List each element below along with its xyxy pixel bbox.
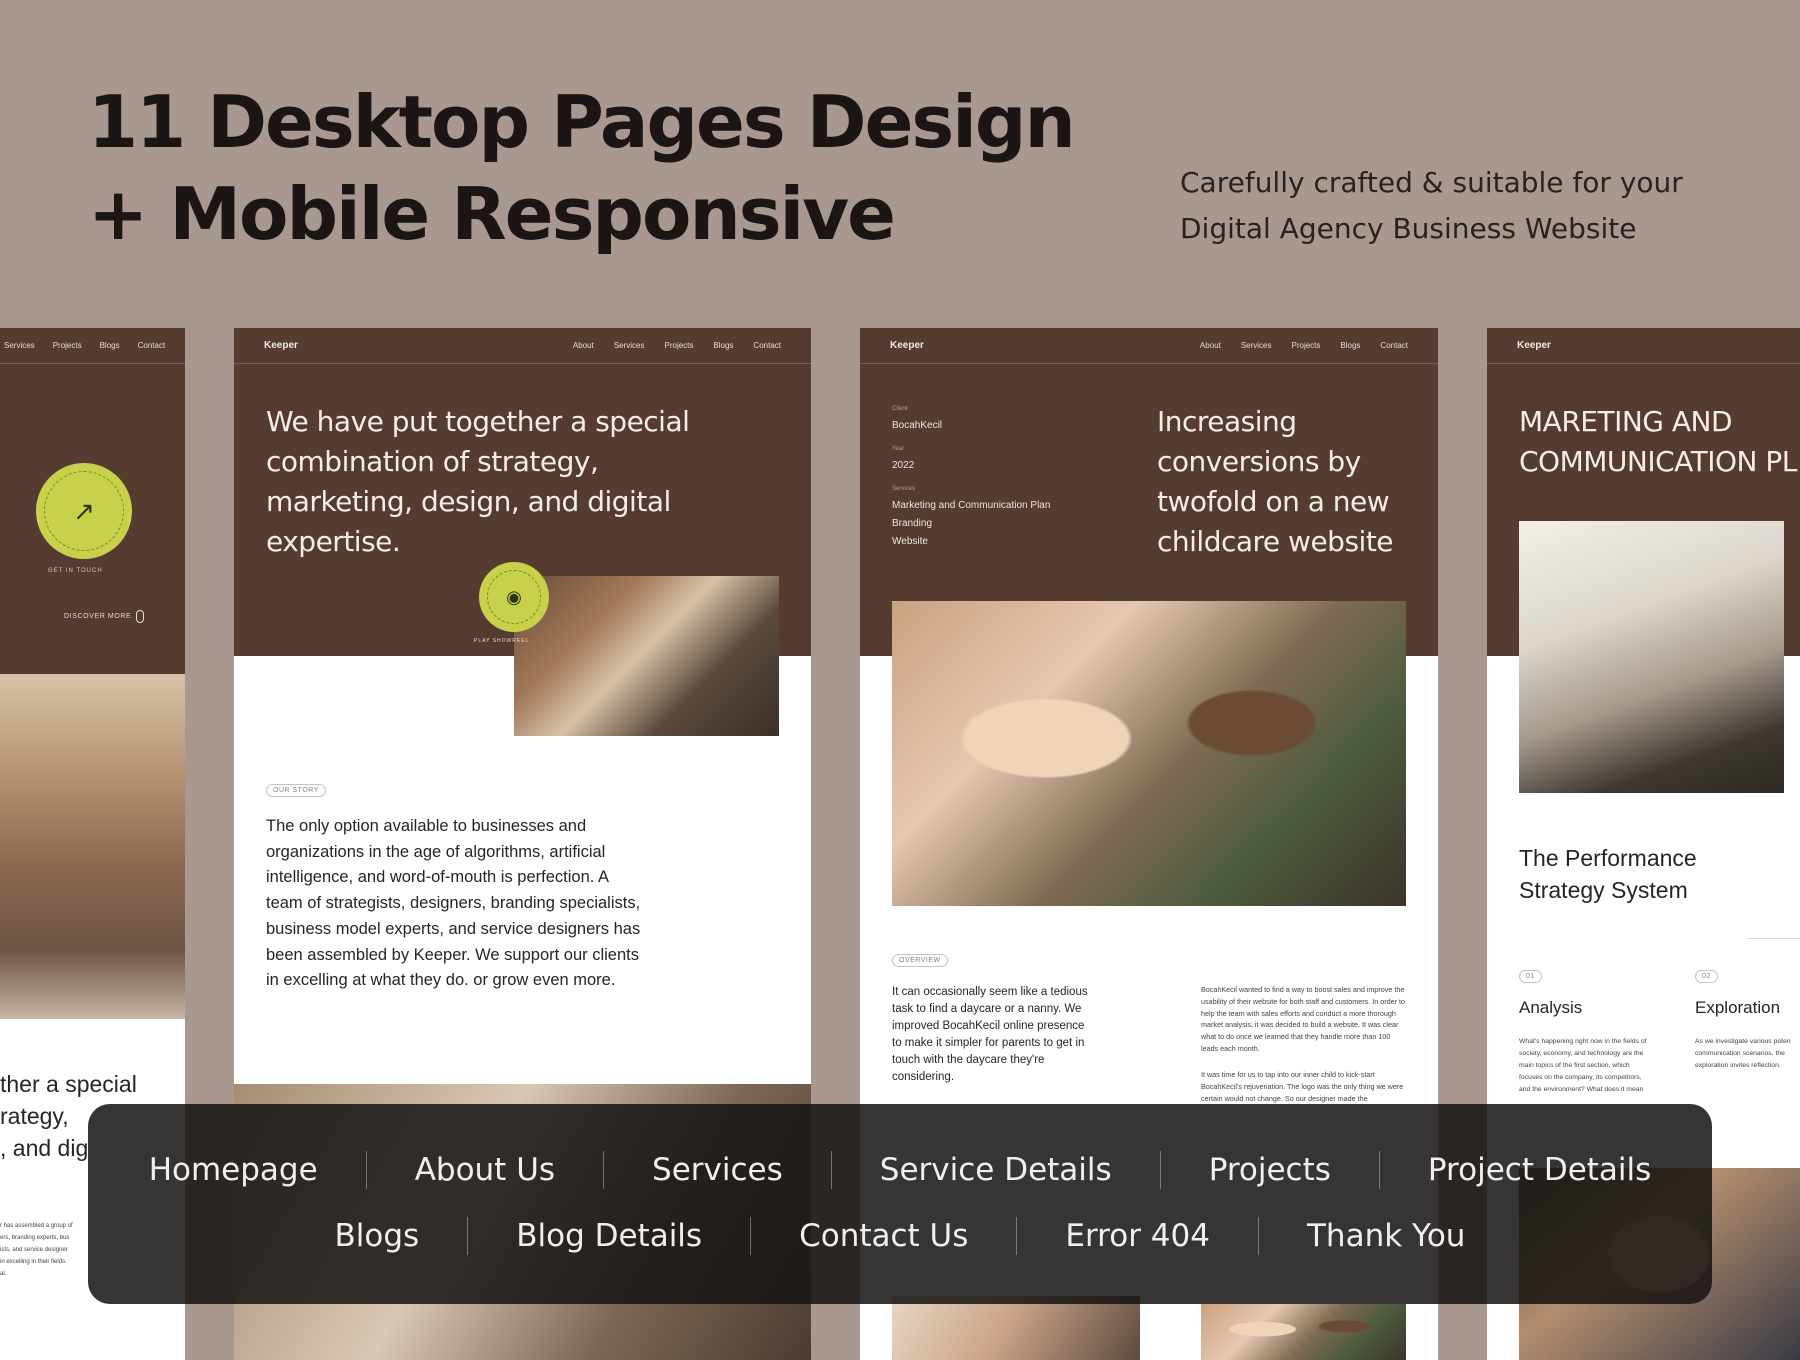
menu-item-projects[interactable]: Projects xyxy=(1161,1150,1379,1190)
project-headline: Increasing conversions by twofold on a n… xyxy=(1157,405,1394,558)
get-in-touch-badge[interactable]: ↗ xyxy=(36,463,132,559)
hero-tagline-line2: Digital Agency Business Website xyxy=(1180,212,1637,245)
nav-logo[interactable]: Keeper xyxy=(264,340,298,351)
hero-title: 11 Desktop Pages Design + Mobile Respons… xyxy=(88,76,1076,260)
project-gallery-photo-1 xyxy=(892,1296,1140,1360)
service-headline: MARETING AND COMMUNICATION PL xyxy=(1519,405,1797,478)
nav-link-services[interactable]: Services xyxy=(614,341,645,350)
nav-link-contact[interactable]: Contact xyxy=(138,341,166,350)
client-label: Client xyxy=(892,406,908,412)
step-number: 02 xyxy=(1695,970,1718,983)
play-showreel-label: PLAY SHOWREEL xyxy=(474,638,530,644)
menu-item-about-us[interactable]: About Us xyxy=(367,1150,603,1190)
get-in-touch-text: GET IN TOUCH xyxy=(48,568,103,574)
step-text: What's happening right now in the fields… xyxy=(1519,1038,1647,1093)
menu-item-project-details[interactable]: Project Details xyxy=(1380,1150,1699,1190)
step-number: 01 xyxy=(1519,970,1542,983)
pages-menu: Homepage About Us Services Service Detai… xyxy=(88,1104,1712,1304)
nav-link-projects[interactable]: Projects xyxy=(665,341,694,350)
divider xyxy=(1747,938,1800,939)
nav-logo[interactable]: Keeper xyxy=(890,340,924,351)
hero-tagline: Carefully crafted & suitable for your Di… xyxy=(1180,160,1683,252)
menu-item-services[interactable]: Services xyxy=(604,1150,831,1190)
service-item: Website xyxy=(892,536,928,547)
menu-item-contact-us[interactable]: Contact Us xyxy=(751,1216,1016,1256)
nav-link-blogs[interactable]: Blogs xyxy=(1340,341,1360,350)
our-story-pill: OUR STORY xyxy=(266,784,326,797)
step-title: Analysis xyxy=(1519,998,1583,1017)
meeting-photo xyxy=(0,674,185,1019)
menu-item-blog-details[interactable]: Blog Details xyxy=(468,1216,750,1256)
overview-pill: OVERVIEW xyxy=(892,954,948,967)
service-item: Branding xyxy=(892,518,933,529)
menu-item-error-404[interactable]: Error 404 xyxy=(1017,1216,1258,1256)
year-label: Year xyxy=(892,446,905,452)
play-showreel-button[interactable]: ◉ xyxy=(479,562,549,632)
discover-more-link[interactable]: DISCOVER MORE xyxy=(64,610,145,623)
service-item: Marketing and Communication Plan xyxy=(892,500,1051,511)
hero-tagline-line1: Carefully crafted & suitable for your xyxy=(1180,166,1683,199)
mouse-icon xyxy=(136,610,145,623)
nav-link-services[interactable]: Services xyxy=(1241,341,1272,350)
nav-link-about[interactable]: About xyxy=(1200,341,1221,350)
nav-link-blogs[interactable]: Blogs xyxy=(100,341,120,350)
step-title: Exploration xyxy=(1695,998,1781,1017)
nav-link-projects[interactable]: Projects xyxy=(53,341,82,350)
client-value: BocahKecil xyxy=(892,420,943,431)
services-label: Services xyxy=(892,486,916,492)
menu-item-thank-you[interactable]: Thank You xyxy=(1259,1216,1513,1256)
overview-text: It can occasionally seem like a tedious … xyxy=(892,986,1088,1083)
nav-link-about[interactable]: About xyxy=(573,341,594,350)
menu-item-homepage[interactable]: Homepage xyxy=(101,1150,366,1190)
menu-item-service-details[interactable]: Service Details xyxy=(832,1150,1160,1190)
nav-link-contact[interactable]: Contact xyxy=(753,341,781,350)
nav-link-projects[interactable]: Projects xyxy=(1292,341,1321,350)
story-text: The only option available to businesses … xyxy=(266,817,641,990)
detail-paragraph-1: BocahKecil wanted to find a way to boost… xyxy=(1201,985,1406,1053)
discover-more-label: DISCOVER MORE xyxy=(64,613,132,620)
children-photo xyxy=(892,601,1406,906)
project-gallery-photo-2 xyxy=(1201,1304,1406,1360)
nav-link-contact[interactable]: Contact xyxy=(1380,341,1408,350)
hero-title-line2: + Mobile Responsive xyxy=(88,172,896,256)
nav-logo[interactable]: Keeper xyxy=(1517,340,1551,351)
year-value: 2022 xyxy=(892,460,915,471)
team-photo xyxy=(514,576,779,736)
menu-item-blogs[interactable]: Blogs xyxy=(287,1216,468,1256)
workshop-photo xyxy=(1519,521,1784,793)
partial-body-text: r has assembled a group of ers, branding… xyxy=(0,1223,73,1277)
hero-title-line1: 11 Desktop Pages Design xyxy=(88,80,1076,164)
strategy-subhead: The Performance Strategy System xyxy=(1519,845,1697,903)
nav-link-services[interactable]: Services xyxy=(4,341,35,350)
badge-ring xyxy=(487,570,541,624)
nav-link-blogs[interactable]: Blogs xyxy=(713,341,733,350)
about-headline: We have put together a special combinati… xyxy=(266,405,690,558)
detail-paragraph-2: It was time for us to tap into our inner… xyxy=(1201,1070,1404,1103)
badge-ring xyxy=(44,471,124,551)
step-text: As we investigate various poten communic… xyxy=(1695,1038,1791,1069)
pages-menu-row-2: Blogs Blog Details Contact Us Error 404 … xyxy=(88,1216,1712,1256)
pages-menu-row-1: Homepage About Us Services Service Detai… xyxy=(88,1150,1712,1190)
